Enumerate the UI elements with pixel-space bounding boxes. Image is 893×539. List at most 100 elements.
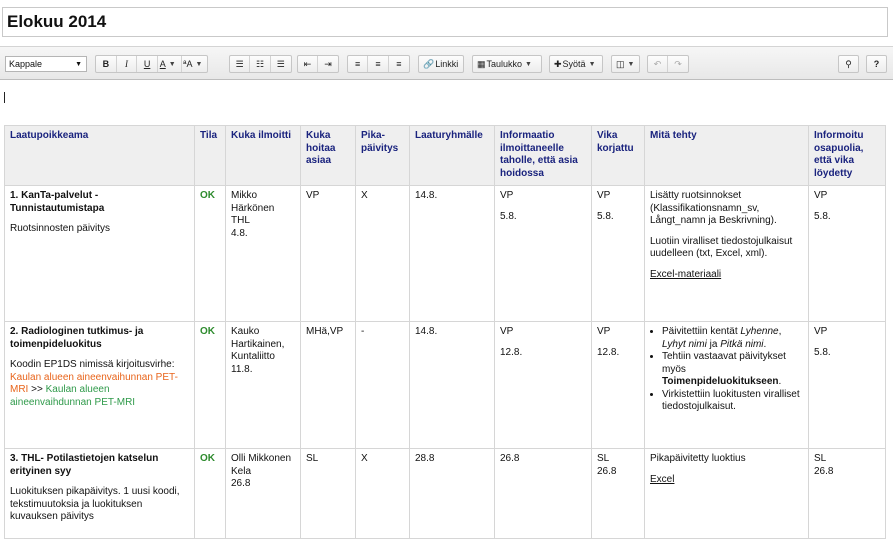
text-format-group: B I U A ▼ ªA ▼ <box>95 55 208 73</box>
insert-label: Syötä <box>562 59 586 69</box>
fixed-line: SL <box>597 453 610 464</box>
status-badge: OK <box>194 321 226 449</box>
informed-line: 5.8. <box>814 346 831 358</box>
align-center-icon[interactable]: ≡ <box>368 56 389 72</box>
numbered-list-icon[interactable]: ☷ <box>250 56 271 72</box>
layout-button[interactable]: ◫ ▼ <box>611 55 640 73</box>
chevron-down-icon: ▼ <box>168 60 176 68</box>
quality-deviation-table: Laatupoikkeama Tila Kuka ilmoitti Kuka h… <box>4 125 886 539</box>
quick-update-cell: X <box>355 448 410 539</box>
arrow-text: >> <box>31 384 43 395</box>
link-label: Linkki <box>435 59 459 69</box>
info-cell: VP 5.8. <box>494 185 592 322</box>
info-line: VP <box>500 326 514 337</box>
handler-cell: VP <box>300 185 356 322</box>
info-line: 12.8. <box>500 346 523 358</box>
reporter-line: Kela <box>231 465 252 477</box>
column-header: Mitä tehty <box>644 125 809 186</box>
align-right-icon[interactable]: ≡ <box>389 56 409 72</box>
indent-icon[interactable]: ⇥ <box>318 56 338 72</box>
actions-list: Päivitettiin kentät Lyhenne, Lyhyt nimi … <box>650 326 803 414</box>
link-icon: 🔗 <box>423 58 435 69</box>
editor-toolbar: Kappale ▼ B I U A ▼ ªA ▼ ☰ ☷ ☰ ⇤ ⇥ ≡ ≡ ≡ 🔗… <box>0 46 893 80</box>
deviation-title: 2. Radiologinen tutkimus- ja toimenpidel… <box>10 326 144 350</box>
help-icon[interactable]: ? <box>866 55 887 73</box>
column-header: Kuka ilmoitti <box>225 125 301 186</box>
deviation-title: 1. KanTa-palvelut - Tunnistautumistapa <box>10 190 105 214</box>
text-cursor <box>4 92 5 103</box>
reporter-line: Kauko <box>231 326 260 337</box>
list-item: Virkistettiin luokitusten viralliset tie… <box>662 389 803 414</box>
corrected-name-text: Kaulan alueen aineenvaihdunnan PET-MRI <box>10 384 136 408</box>
underline-button[interactable]: U <box>137 56 158 72</box>
actions-cell: Pikapäivitetty luoktius Excel <box>644 448 809 539</box>
reporter-line: Olli Mikkonen <box>231 453 292 464</box>
table-icon: ▦ <box>477 58 486 69</box>
reporter-line: 11.8. <box>231 363 253 375</box>
align-left-icon[interactable]: ≡ <box>348 56 369 72</box>
deviation-cell: 2. Radiologinen tutkimus- ja toimenpidel… <box>4 321 195 449</box>
reporter-line: Kuntaliitto <box>231 351 275 362</box>
text-size-button[interactable]: ªA ▼ <box>182 56 208 72</box>
column-header: Tila <box>194 125 226 186</box>
undo-icon[interactable]: ↶ <box>648 56 669 72</box>
italic-button[interactable]: I <box>117 56 138 72</box>
indent-group: ⇤ ⇥ <box>297 55 339 73</box>
find-replace-icon[interactable]: ⚲ <box>838 55 859 73</box>
link-button[interactable]: 🔗 Linkki <box>418 55 464 73</box>
redo-icon[interactable]: ↷ <box>668 56 688 72</box>
chevron-down-icon: ▼ <box>627 60 635 68</box>
reporter-cell: Mikko Härkönen THL 4.8. <box>225 185 301 322</box>
action-text: Luotiin viralliset tiedostojulkaisut uud… <box>650 235 793 260</box>
reporter-line: Härkönen <box>231 202 275 214</box>
column-header: Kuka hoitaa asiaa <box>300 125 356 186</box>
page-title: Elokuu 2014 <box>7 12 107 31</box>
reporter-cell: Kauko Hartikainen, Kuntaliitto 11.8. <box>225 321 301 449</box>
reporter-line: 26.8 <box>231 478 251 489</box>
status-badge: OK <box>194 185 226 322</box>
fixed-cell: VP 5.8. <box>591 185 645 322</box>
handler-cell: MHä,VP <box>300 321 356 449</box>
deviation-cell: 3. THL- Potilastietojen katselun erityin… <box>4 448 195 539</box>
fixed-line: VP <box>597 326 611 337</box>
excel-material-link[interactable]: Excel-materiaali <box>650 269 803 282</box>
layout-icon: ◫ <box>616 58 625 69</box>
quality-group-cell: 14.8. <box>409 185 495 322</box>
column-header: Vika korjattu <box>591 125 645 186</box>
classification-name: Toimenpideluokitukseen <box>662 376 779 387</box>
fixed-line: 12.8. <box>597 346 620 358</box>
action-text: Tehtiin vastaavat päivitykset myös <box>662 351 786 375</box>
table-button[interactable]: ▦ Taulukko ▼ <box>472 55 542 73</box>
informed-cell: VP 5.8. <box>808 321 886 449</box>
fixed-cell: VP 12.8. <box>591 321 645 449</box>
table-header-row: Laatupoikkeama Tila Kuka ilmoitti Kuka h… <box>4 125 886 186</box>
description-text: Koodin EP1DS nimissä kirjoitusvirhe: <box>10 359 175 370</box>
checklist-icon[interactable]: ☰ <box>271 56 291 72</box>
text-color-button[interactable]: A ▼ <box>158 56 182 72</box>
fixed-line: 5.8. <box>597 210 614 222</box>
informed-cell: SL 26.8 <box>808 448 886 539</box>
separator-text: ja <box>706 338 721 350</box>
chevron-down-icon: ▼ <box>588 60 596 68</box>
list-group: ☰ ☷ ☰ <box>229 55 292 73</box>
action-text: Lisätty ruotsinnokset (Klassifikationsna… <box>650 190 777 226</box>
action-text: Päivitettiin kentät <box>662 326 741 337</box>
table-row: 1. KanTa-palvelut - Tunnistautumistapa R… <box>4 185 886 322</box>
fixed-line: VP <box>597 190 611 201</box>
info-line: VP <box>500 190 514 201</box>
paragraph-style-label: Kappale <box>9 59 43 69</box>
page-title-field[interactable]: Elokuu 2014 <box>2 7 888 37</box>
outdent-icon[interactable]: ⇤ <box>298 56 319 72</box>
bulleted-list-icon[interactable]: ☰ <box>230 56 251 72</box>
excel-link[interactable]: Excel <box>650 474 803 487</box>
bold-button[interactable]: B <box>96 56 117 72</box>
history-group: ↶ ↷ <box>647 55 689 73</box>
info-cell: 26.8 <box>494 448 592 539</box>
insert-button[interactable]: ✚ Syötä ▼ <box>549 55 603 73</box>
paragraph-style-select[interactable]: Kappale ▼ <box>5 56 87 72</box>
deviation-title: 3. THL- Potilastietojen katselun erityin… <box>10 453 159 477</box>
align-group: ≡ ≡ ≡ <box>347 55 410 73</box>
fixed-cell: SL 26.8 <box>591 448 645 539</box>
informed-cell: VP 5.8. <box>808 185 886 322</box>
status-badge: OK <box>194 448 226 539</box>
